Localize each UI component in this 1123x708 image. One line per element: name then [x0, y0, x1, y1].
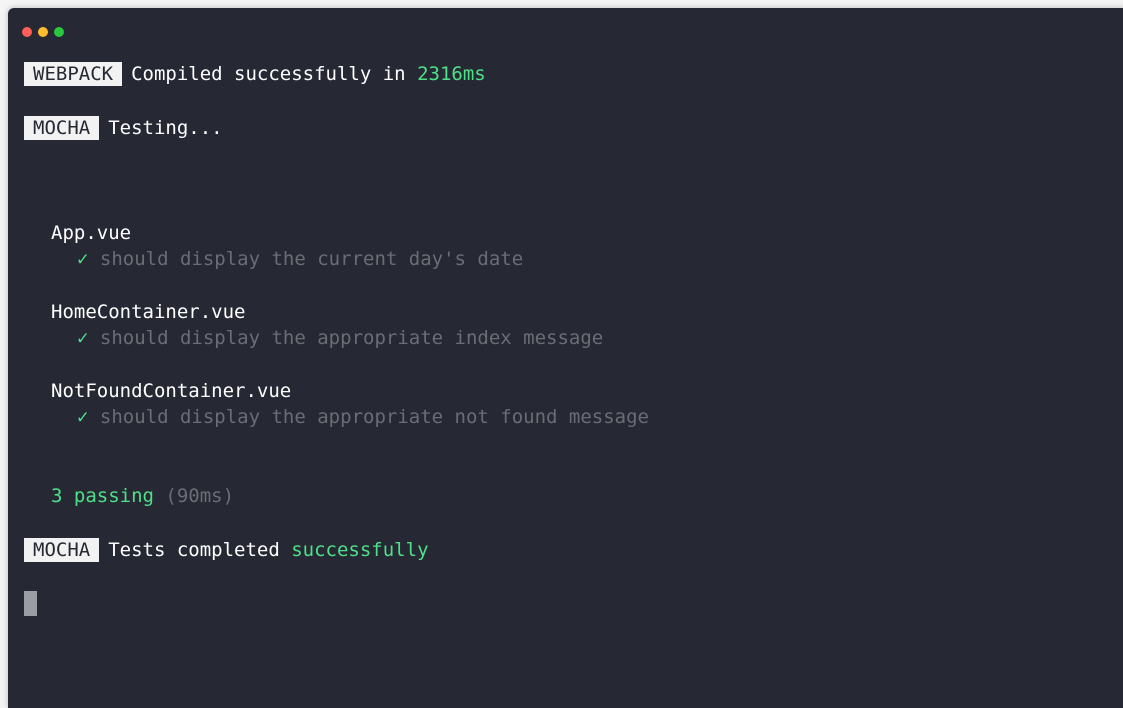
mocha-start-line: MOCHA Testing...	[24, 115, 223, 141]
total-duration: (90ms)	[165, 485, 235, 507]
webpack-message: Compiled successfully in	[131, 63, 418, 85]
suite-name: App.vue	[51, 222, 132, 244]
test-result: ✓ should display the appropriate index m…	[77, 325, 603, 351]
suite-name: HomeContainer.vue	[51, 301, 246, 323]
mocha-badge: MOCHA	[24, 116, 100, 140]
test-result: ✓ should display the appropriate not fou…	[77, 404, 649, 430]
check-icon: ✓	[77, 327, 89, 349]
maximize-window-button[interactable]	[54, 27, 64, 37]
webpack-line: WEBPACK Compiled successfully in 2316ms	[24, 61, 486, 87]
suite-name: NotFoundContainer.vue	[51, 380, 292, 402]
terminal-output: WEBPACK Compiled successfully in 2316ms M…	[8, 8, 1123, 658]
test-title: should display the current day's date	[99, 248, 524, 270]
test-title: should display the appropriate not found…	[99, 406, 649, 428]
terminal-cursor[interactable]	[24, 591, 37, 616]
check-icon: ✓	[77, 406, 89, 428]
minimize-window-button[interactable]	[38, 27, 48, 37]
close-window-button[interactable]	[22, 27, 32, 37]
test-result: ✓ should display the current day's date	[77, 246, 523, 272]
mocha-end-message: Tests completed	[108, 539, 292, 561]
mocha-end-line: MOCHA Tests completed successfully	[24, 537, 429, 563]
test-summary: 3 passing (90ms)	[51, 483, 234, 509]
webpack-badge: WEBPACK	[24, 62, 123, 86]
terminal-window: WEBPACK Compiled successfully in 2316ms M…	[8, 8, 1123, 708]
mocha-end-status: successfully	[291, 539, 429, 561]
passing-count: 3 passing	[51, 485, 154, 507]
mocha-start-message: Testing...	[108, 117, 223, 139]
window-controls	[22, 27, 64, 37]
webpack-time: 2316ms	[417, 63, 486, 85]
test-title: should display the appropriate index mes…	[99, 327, 604, 349]
mocha-badge: MOCHA	[24, 538, 100, 562]
check-icon: ✓	[77, 248, 89, 270]
